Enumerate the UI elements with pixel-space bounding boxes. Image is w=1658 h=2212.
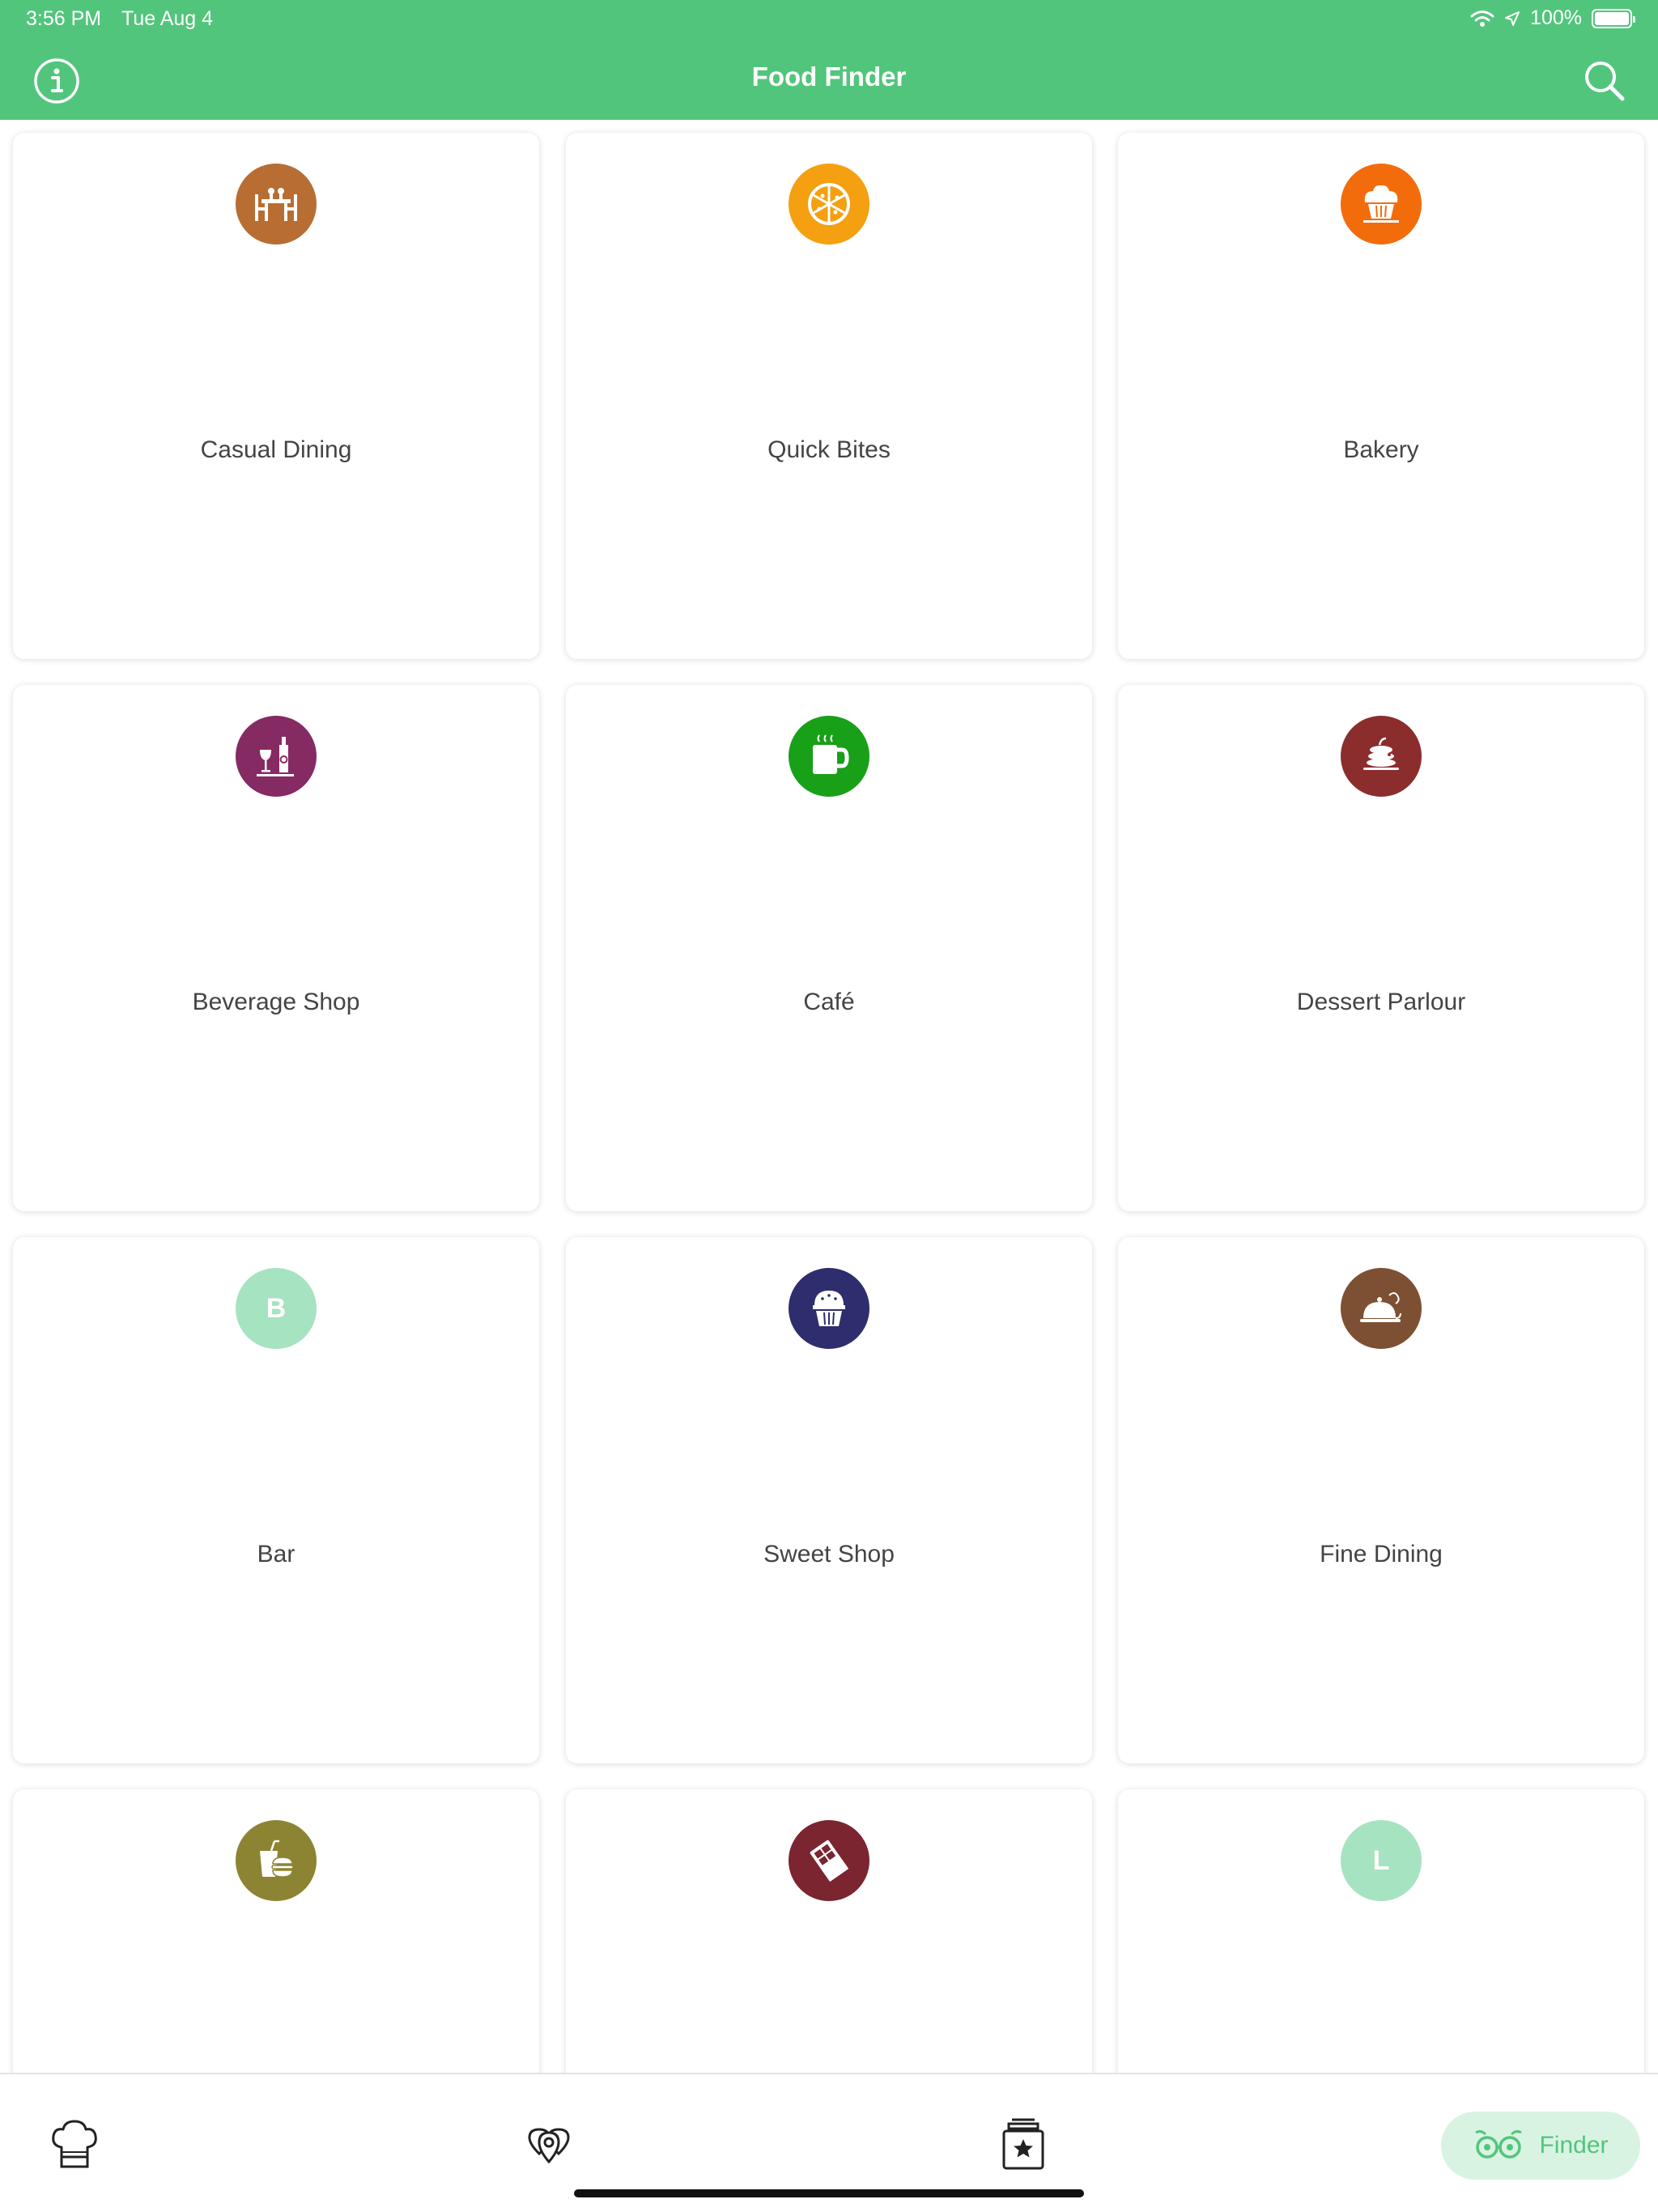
page-title: Food Finder [751,62,907,91]
search-icon [1585,62,1625,101]
letter-l-icon: L [1341,1820,1422,1901]
category-label: Casual Dining [200,436,352,463]
finder-glasses-icon [1475,2129,1523,2159]
category-grid: Casual Dining Quick Bites Bakery Beverag… [0,120,1658,2073]
battery-icon [1592,8,1635,28]
letter-b-icon: B [236,1268,317,1349]
category-card-cafe[interactable]: Café [566,685,1092,1211]
category-label: Dessert Parlour [1296,989,1466,1015]
tab-map[interactable] [523,2118,575,2170]
wifi-icon [1470,9,1494,28]
category-card-chocolate[interactable] [566,1789,1092,2073]
category-label: Fine Dining [1320,1541,1443,1568]
coffee-mug-icon [789,716,869,797]
category-card-l[interactable]: L [1118,1789,1644,2073]
icon-letter: B [266,1292,287,1324]
category-card-fast-food[interactable] [13,1789,539,2073]
status-bar: 3:56 PM Tue Aug 4 100% [0,0,1658,39]
home-indicator [574,2189,1084,2197]
status-time: 3:56 PM [26,7,102,30]
category-card-bar[interactable]: B Bar [13,1237,539,1763]
category-card-sweet-shop[interactable]: Sweet Shop [566,1237,1092,1763]
location-arrow-icon [1504,11,1520,27]
category-card-beverage-shop[interactable]: Beverage Shop [13,685,539,1211]
tab-kitchen[interactable] [49,2118,100,2170]
tab-finder-label: Finder [1539,2132,1609,2159]
icon-letter: L [1372,1844,1390,1876]
map-pins-icon [528,2128,570,2164]
chocolate-bar-icon [789,1820,869,1901]
category-label: Beverage Shop [192,989,360,1015]
category-label: Bar [257,1541,295,1568]
chef-hat-icon [52,2120,97,2168]
cloche-icon [1341,1268,1422,1349]
category-card-fine-dining[interactable]: Fine Dining [1118,1237,1644,1763]
cupcake-icon [1341,164,1422,245]
star-jar-icon [1002,2118,1044,2170]
search-button[interactable] [1580,57,1629,105]
tab-finder[interactable]: Finder [1441,2112,1640,2180]
category-label: Café [803,989,855,1015]
tab-favorites[interactable] [997,2116,1049,2172]
burger-drink-icon [236,1820,317,1901]
category-card-bakery[interactable]: Bakery [1118,133,1644,659]
wine-bottle-icon [236,716,317,797]
dining-table-icon [236,164,317,245]
pancakes-icon [1341,716,1422,797]
category-label: Quick Bites [767,436,891,463]
category-label: Sweet Shop [763,1541,895,1568]
muffin-icon [789,1268,869,1349]
category-card-quick-bites[interactable]: Quick Bites [566,133,1092,659]
status-date: Tue Aug 4 [121,7,214,30]
category-label: Bakery [1343,436,1419,463]
pizza-icon [789,164,869,245]
header: 3:56 PM Tue Aug 4 100% Food Finder [0,0,1658,120]
status-right: 100% [1470,6,1635,30]
category-card-casual-dining[interactable]: Casual Dining [13,133,539,659]
category-card-dessert-parlour[interactable]: Dessert Parlour [1118,685,1644,1211]
battery-percent: 100% [1530,6,1582,29]
